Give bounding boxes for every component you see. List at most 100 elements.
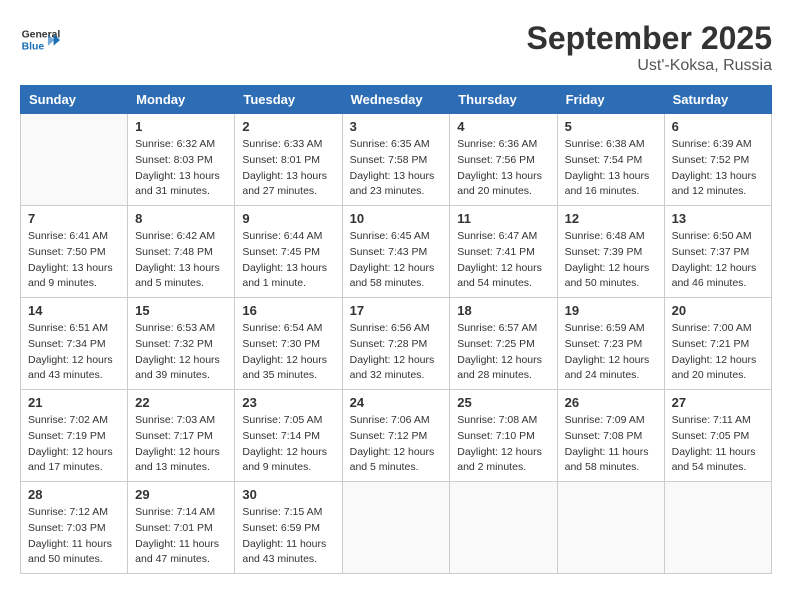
- calendar-cell: 7 Sunrise: 6:41 AMSunset: 7:50 PMDaylight…: [21, 206, 128, 298]
- day-number: 12: [565, 211, 657, 226]
- calendar-cell: 12 Sunrise: 6:48 AMSunset: 7:39 PMDayligh…: [557, 206, 664, 298]
- calendar-cell: 4 Sunrise: 6:36 AMSunset: 7:56 PMDaylight…: [450, 114, 557, 206]
- day-number: 4: [457, 119, 549, 134]
- calendar-cell: 29 Sunrise: 7:14 AMSunset: 7:01 PMDayligh…: [128, 482, 235, 574]
- calendar-cell: 24Sunrise: 7:06 AMSunset: 7:12 PMDayligh…: [342, 390, 450, 482]
- day-info: Sunrise: 7:05 AMSunset: 7:14 PMDaylight:…: [242, 413, 334, 476]
- day-info: Sunrise: 6:36 AMSunset: 7:56 PMDaylight:…: [457, 137, 549, 200]
- calendar-cell: 30 Sunrise: 7:15 AMSunset: 6:59 PMDayligh…: [235, 482, 342, 574]
- day-info: Sunrise: 6:35 AMSunset: 7:58 PMDaylight:…: [350, 137, 443, 200]
- day-info: Sunrise: 6:45 AMSunset: 7:43 PMDaylight:…: [350, 229, 443, 292]
- day-info: Sunrise: 7:12 AMSunset: 7:03 PMDaylight:…: [28, 505, 120, 568]
- calendar-week-row: 21 Sunrise: 7:02 AMSunset: 7:19 PMDayligh…: [21, 390, 772, 482]
- day-info: Sunrise: 6:33 AMSunset: 8:01 PMDaylight:…: [242, 137, 334, 200]
- logo-icon: General Blue: [20, 20, 60, 60]
- day-number: 28: [28, 487, 120, 502]
- calendar-cell: 19 Sunrise: 6:59 AMSunset: 7:23 PMDayligh…: [557, 298, 664, 390]
- day-info: Sunrise: 6:44 AMSunset: 7:45 PMDaylight:…: [242, 229, 334, 292]
- day-header-monday: Monday: [128, 86, 235, 114]
- calendar-cell: [342, 482, 450, 574]
- day-number: 7: [28, 211, 120, 226]
- calendar-cell: 6Sunrise: 6:39 AMSunset: 7:52 PMDaylight…: [664, 114, 771, 206]
- calendar-cell: 5 Sunrise: 6:38 AMSunset: 7:54 PMDaylight…: [557, 114, 664, 206]
- calendar-cell: [21, 114, 128, 206]
- calendar-week-row: 14Sunrise: 6:51 AMSunset: 7:34 PMDayligh…: [21, 298, 772, 390]
- calendar-cell: 23 Sunrise: 7:05 AMSunset: 7:14 PMDayligh…: [235, 390, 342, 482]
- day-number: 22: [135, 395, 227, 410]
- day-number: 21: [28, 395, 120, 410]
- day-number: 20: [672, 303, 764, 318]
- day-info: Sunrise: 6:59 AMSunset: 7:23 PMDaylight:…: [565, 321, 657, 384]
- calendar-cell: 17 Sunrise: 6:56 AMSunset: 7:28 PMDayligh…: [342, 298, 450, 390]
- calendar-cell: 10 Sunrise: 6:45 AMSunset: 7:43 PMDayligh…: [342, 206, 450, 298]
- calendar-cell: 16Sunrise: 6:54 AMSunset: 7:30 PMDayligh…: [235, 298, 342, 390]
- day-info: Sunrise: 7:03 AMSunset: 7:17 PMDaylight:…: [135, 413, 227, 476]
- svg-text:Blue: Blue: [22, 42, 45, 53]
- day-info: Sunrise: 6:41 AMSunset: 7:50 PMDaylight:…: [28, 229, 120, 292]
- calendar-cell: 22 Sunrise: 7:03 AMSunset: 7:17 PMDayligh…: [128, 390, 235, 482]
- day-number: 26: [565, 395, 657, 410]
- day-number: 1: [135, 119, 227, 134]
- logo: General Blue: [20, 20, 60, 60]
- day-number: 9: [242, 211, 334, 226]
- day-number: 5: [565, 119, 657, 134]
- calendar-cell: 27 Sunrise: 7:11 AMSunset: 7:05 PMDayligh…: [664, 390, 771, 482]
- day-number: 19: [565, 303, 657, 318]
- calendar-cell: [557, 482, 664, 574]
- calendar-cell: [664, 482, 771, 574]
- day-info: Sunrise: 6:47 AMSunset: 7:41 PMDaylight:…: [457, 229, 549, 292]
- day-number: 17: [350, 303, 443, 318]
- day-number: 10: [350, 211, 443, 226]
- day-info: Sunrise: 6:50 AMSunset: 7:37 PMDaylight:…: [672, 229, 764, 292]
- calendar-cell: 8Sunrise: 6:42 AMSunset: 7:48 PMDaylight…: [128, 206, 235, 298]
- day-header-friday: Friday: [557, 86, 664, 114]
- calendar-week-row: 1 Sunrise: 6:32 AMSunset: 8:03 PMDaylight…: [21, 114, 772, 206]
- day-number: 30: [242, 487, 334, 502]
- calendar-cell: 3 Sunrise: 6:35 AMSunset: 7:58 PMDaylight…: [342, 114, 450, 206]
- day-info: Sunrise: 7:00 AMSunset: 7:21 PMDaylight:…: [672, 321, 764, 384]
- day-number: 27: [672, 395, 764, 410]
- calendar-cell: 11 Sunrise: 6:47 AMSunset: 7:41 PMDayligh…: [450, 206, 557, 298]
- day-info: Sunrise: 7:14 AMSunset: 7:01 PMDaylight:…: [135, 505, 227, 568]
- calendar-cell: [450, 482, 557, 574]
- day-info: Sunrise: 6:53 AMSunset: 7:32 PMDaylight:…: [135, 321, 227, 384]
- calendar-week-row: 28 Sunrise: 7:12 AMSunset: 7:03 PMDayligh…: [21, 482, 772, 574]
- day-header-thursday: Thursday: [450, 86, 557, 114]
- calendar-cell: 13Sunrise: 6:50 AMSunset: 7:37 PMDayligh…: [664, 206, 771, 298]
- day-number: 23: [242, 395, 334, 410]
- day-info: Sunrise: 6:48 AMSunset: 7:39 PMDaylight:…: [565, 229, 657, 292]
- day-number: 24: [350, 395, 443, 410]
- day-info: Sunrise: 7:15 AMSunset: 6:59 PMDaylight:…: [242, 505, 334, 568]
- day-number: 11: [457, 211, 549, 226]
- calendar-cell: 15 Sunrise: 6:53 AMSunset: 7:32 PMDayligh…: [128, 298, 235, 390]
- day-header-wednesday: Wednesday: [342, 86, 450, 114]
- calendar-cell: 26Sunrise: 7:09 AMSunset: 7:08 PMDayligh…: [557, 390, 664, 482]
- calendar-table: SundayMondayTuesdayWednesdayThursdayFrid…: [20, 85, 772, 574]
- day-number: 14: [28, 303, 120, 318]
- day-number: 25: [457, 395, 549, 410]
- day-number: 6: [672, 119, 764, 134]
- calendar-cell: 21 Sunrise: 7:02 AMSunset: 7:19 PMDayligh…: [21, 390, 128, 482]
- day-number: 18: [457, 303, 549, 318]
- day-info: Sunrise: 7:11 AMSunset: 7:05 PMDaylight:…: [672, 413, 764, 476]
- calendar-cell: 20 Sunrise: 7:00 AMSunset: 7:21 PMDayligh…: [664, 298, 771, 390]
- calendar-header-row: SundayMondayTuesdayWednesdayThursdayFrid…: [21, 86, 772, 114]
- calendar-cell: 28 Sunrise: 7:12 AMSunset: 7:03 PMDayligh…: [21, 482, 128, 574]
- location-subtitle: Ust'-Koksa, Russia: [527, 57, 772, 75]
- day-header-tuesday: Tuesday: [235, 86, 342, 114]
- month-title: September 2025: [527, 20, 772, 57]
- day-number: 3: [350, 119, 443, 134]
- day-info: Sunrise: 6:32 AMSunset: 8:03 PMDaylight:…: [135, 137, 227, 200]
- day-info: Sunrise: 6:56 AMSunset: 7:28 PMDaylight:…: [350, 321, 443, 384]
- day-number: 15: [135, 303, 227, 318]
- calendar-cell: 9 Sunrise: 6:44 AMSunset: 7:45 PMDaylight…: [235, 206, 342, 298]
- day-info: Sunrise: 6:42 AMSunset: 7:48 PMDaylight:…: [135, 229, 227, 292]
- day-info: Sunrise: 6:38 AMSunset: 7:54 PMDaylight:…: [565, 137, 657, 200]
- calendar-cell: 25Sunrise: 7:08 AMSunset: 7:10 PMDayligh…: [450, 390, 557, 482]
- day-number: 29: [135, 487, 227, 502]
- day-header-sunday: Sunday: [21, 86, 128, 114]
- calendar-cell: 18Sunrise: 6:57 AMSunset: 7:25 PMDayligh…: [450, 298, 557, 390]
- day-info: Sunrise: 7:02 AMSunset: 7:19 PMDaylight:…: [28, 413, 120, 476]
- title-block: September 2025 Ust'-Koksa, Russia: [527, 20, 772, 75]
- calendar-cell: 2Sunrise: 6:33 AMSunset: 8:01 PMDaylight…: [235, 114, 342, 206]
